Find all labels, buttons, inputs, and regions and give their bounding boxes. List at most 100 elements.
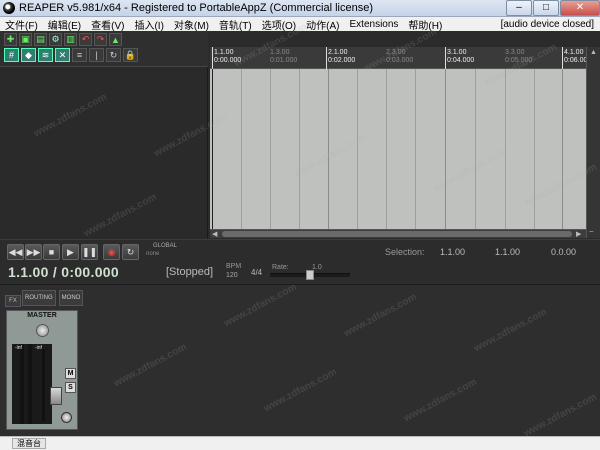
title-bar: REAPER v5.981/x64 - Registered to Portab… [0,0,600,17]
minimize-button[interactable]: – [506,0,532,16]
timeline-ruler[interactable]: 1.1.00 0:00.000 1.3.00 0:01.000 2.1.00 0… [210,47,591,69]
menu-help[interactable]: 帮助(H) [403,17,447,32]
go-to-start-icon[interactable]: ◀◀ [7,244,24,260]
grid-line [270,69,271,229]
audio-device-status: [audio device closed] [500,18,594,30]
go-to-end-icon[interactable]: ▶▶ [25,244,42,260]
master-mute-button[interactable]: M [65,368,76,379]
master-fader-handle[interactable] [50,387,62,405]
undo-icon[interactable]: ↶ [79,33,92,46]
scroll-up-icon[interactable]: ▲ [590,49,597,56]
track-control-panel[interactable] [0,67,208,239]
grid-line [534,69,535,229]
automation-mode[interactable]: none [146,251,159,257]
play-state-label: [Stopped] [166,266,214,278]
master-fx-button[interactable]: FX [5,295,21,307]
master-fader-track [42,349,45,421]
grid-line [445,69,446,229]
menu-insert[interactable]: 插入(I) [129,17,168,32]
ruler-tick [445,47,446,69]
reaper-logo-icon [3,2,15,14]
ruler-tick [212,47,213,69]
track-template-icon[interactable]: ▥ [64,33,77,46]
master-volume-knob-icon[interactable] [36,324,49,337]
peak-readout-right: -inf [35,345,42,351]
pause-icon[interactable]: ❚❚ [81,244,98,260]
playrate-slider-handle[interactable] [306,270,314,280]
menu-view[interactable]: 查看(V) [86,17,129,32]
lock-icon[interactable]: 🔒 [123,48,138,62]
item-grouping-icon[interactable]: ◆ [21,48,36,62]
stop-icon[interactable]: ■ [43,244,60,260]
metronome-icon[interactable]: ▲ [109,33,122,46]
ruler-bar-label: 3.1.00 [447,49,467,56]
mixer-docker-tab[interactable]: 混音台 [12,438,46,449]
ruler-mark-1: 1.1.00 0:00.000 [214,49,241,65]
playrate-slider[interactable] [270,270,350,280]
new-project-icon[interactable]: ✚ [4,33,17,46]
ruler-mark-5: 3.1.00 0:04.000 [447,49,474,65]
arrange-view[interactable] [210,69,586,229]
snap-icon[interactable]: | [89,48,104,62]
master-pan-knob-icon[interactable] [61,412,72,423]
ruler-bar-label: 2.3.00 [386,49,406,56]
maximize-button[interactable]: □ [533,0,559,16]
envelope-lock-icon[interactable]: ≡ [72,48,87,62]
ruler-bar-label: 1.1.00 [214,49,234,56]
grid-line [299,69,300,229]
horizontal-scroll-thumb[interactable] [222,231,572,237]
menu-file[interactable]: 文件(F) [0,17,43,32]
ruler-tick [326,47,327,69]
ripple-edit-icon[interactable]: ≋ [38,48,53,62]
ruler-time-label: 0:04.000 [447,57,475,64]
close-button[interactable]: ✕ [560,0,600,16]
menu-item[interactable]: 对象(M) [169,17,214,32]
grid-line [415,69,416,229]
project-settings-icon[interactable]: ⚙ [49,33,62,46]
automation-global-label: GLOBAL [153,243,178,249]
master-peak-meter [12,344,52,424]
time-signature[interactable]: 4/4 [251,268,262,277]
record-icon[interactable]: ◉ [103,244,120,260]
open-project-icon[interactable]: ▣ [19,33,32,46]
master-solo-button[interactable]: S [65,382,76,393]
loop-icon[interactable]: ↻ [106,48,121,62]
ruler-mark-2: 1.3.00 0:01.000 [270,49,297,65]
selection-length[interactable]: 0.0.00 [551,247,576,257]
ruler-time-label: 0:03.000 [386,57,414,64]
ruler-time-label: 0:05.000 [505,57,533,64]
menu-edit[interactable]: 编辑(E) [43,17,86,32]
repeat-icon[interactable]: ↻ [122,244,139,260]
grid-toggle-icon[interactable]: # [4,48,19,62]
auto-crossfade-icon[interactable]: ✕ [55,48,70,62]
ruler-bar-label: 2.1.00 [328,49,348,56]
routing-button[interactable]: ROUTING [22,290,56,306]
vertical-scrollbar[interactable]: ▲ − [586,47,600,238]
menu-extensions[interactable]: Extensions [345,19,404,30]
zoom-out-icon[interactable]: − [589,227,594,236]
mono-button[interactable]: MONO [58,290,84,306]
scroll-right-icon[interactable]: ▶ [576,230,581,239]
bpm-value[interactable]: 120 [226,272,238,279]
window-controls: – □ ✕ [505,0,600,17]
meter-channel-left [20,344,24,424]
selection-start[interactable]: 1.1.00 [440,247,465,257]
main-toolbar: ✚ ▣ ▤ ⚙ ▥ ↶ ↷ ▲ # ◆ ≋ ✕ ≡ | ↻ 🔒 [0,31,208,67]
grid-line [562,69,563,229]
window-title: REAPER v5.981/x64 - Registered to Portab… [19,2,373,14]
meter-channel-right [28,344,32,424]
save-project-icon[interactable]: ▤ [34,33,47,46]
menu-track[interactable]: 音轨(T) [214,17,257,32]
ruler-mark-3: 2.1.00 0:02.000 [328,49,355,65]
redo-icon[interactable]: ↷ [94,33,107,46]
grid-line [475,69,476,229]
ruler-time-label: 0:02.000 [328,57,356,64]
scroll-left-icon[interactable]: ◀ [212,230,217,239]
time-position-display[interactable]: 1.1.00 / 0:00.000 [8,264,119,280]
menu-actions[interactable]: 动作(A) [301,17,344,32]
menu-options[interactable]: 选项(O) [257,17,301,32]
play-icon[interactable]: ▶ [62,244,79,260]
horizontal-scrollbar[interactable]: ◀ ▶ [210,229,586,238]
selection-end[interactable]: 1.1.00 [495,247,520,257]
ruler-mark-4: 2.3.00 0:03.000 [386,49,413,65]
